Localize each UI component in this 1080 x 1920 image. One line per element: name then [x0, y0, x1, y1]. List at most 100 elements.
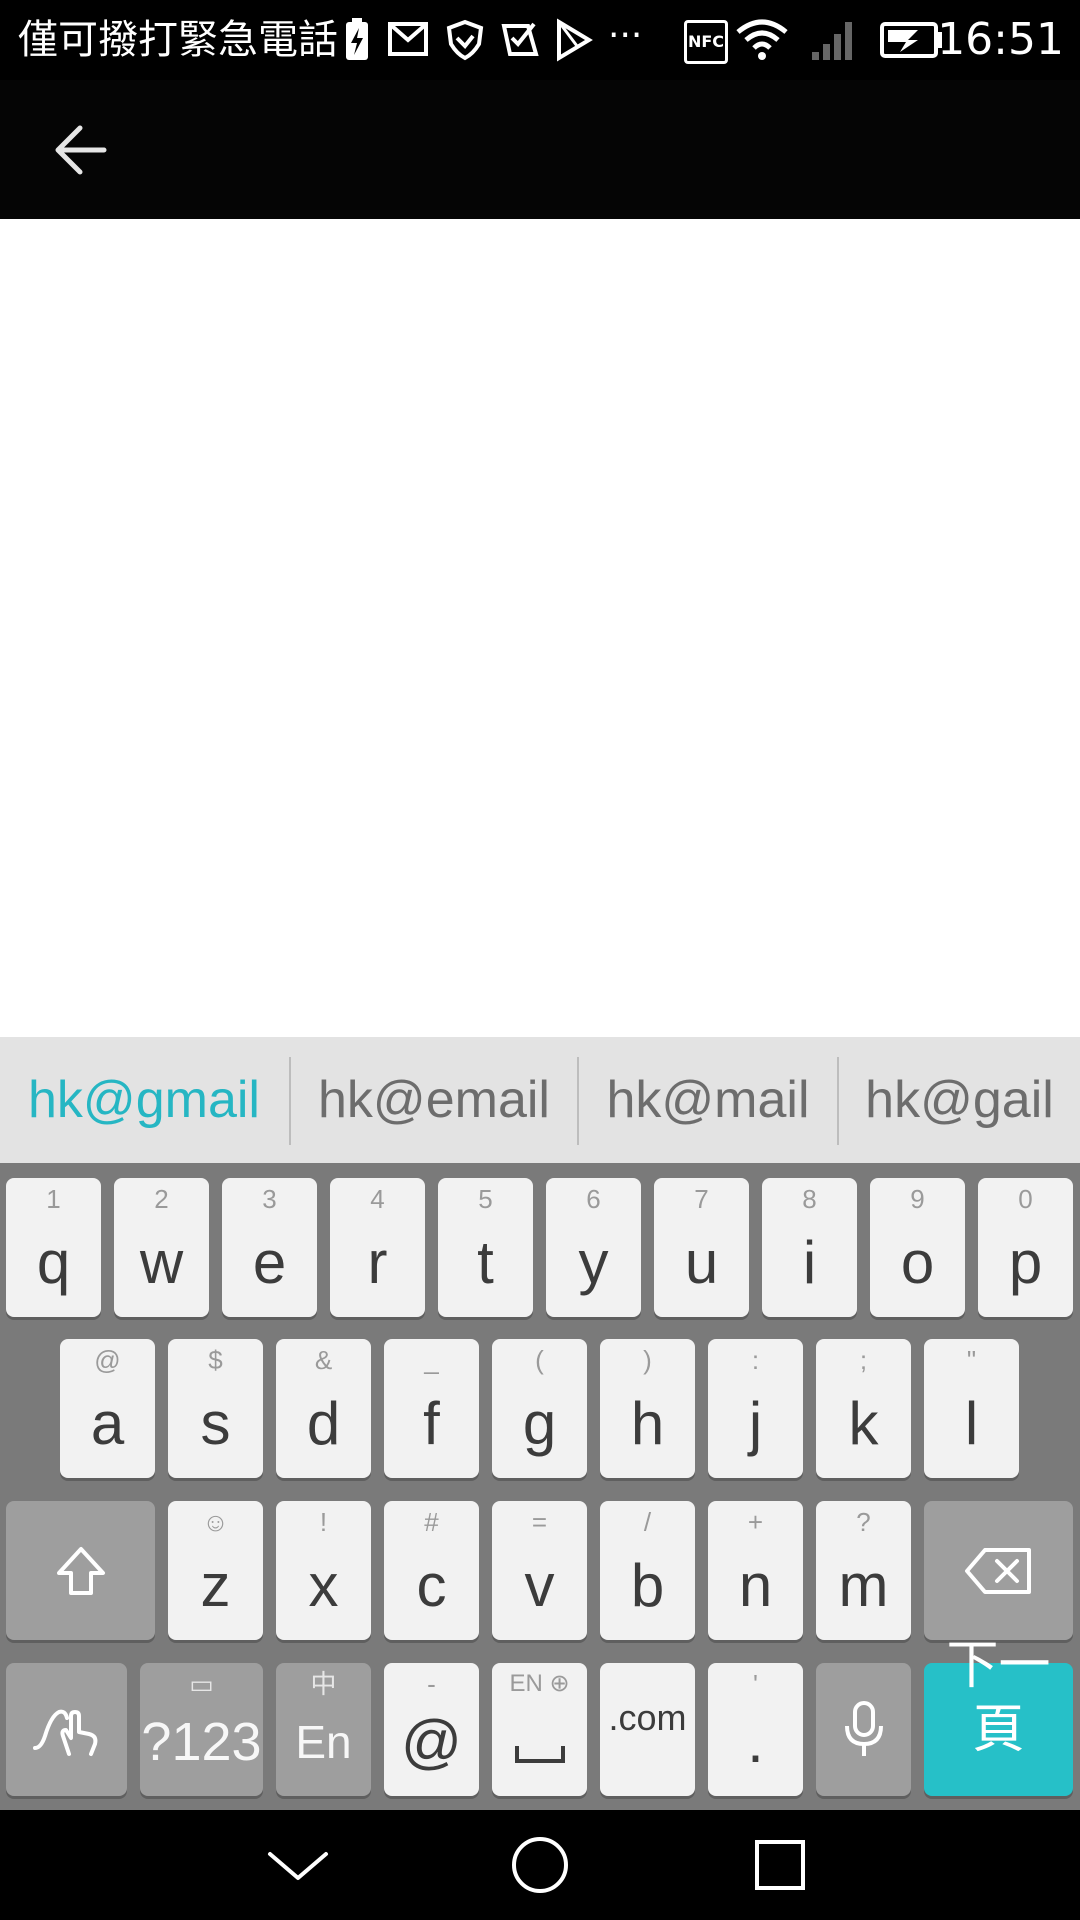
key-hint: 6	[586, 1184, 601, 1214]
more-notifications: ···	[608, 15, 643, 56]
arrow-back-icon[interactable]	[46, 110, 126, 190]
key-label: h	[630, 1390, 665, 1457]
key-label: .	[747, 1708, 764, 1775]
key-hint: '	[753, 1669, 758, 1699]
key-hint: 2	[154, 1184, 169, 1214]
key-h[interactable]: ) h	[600, 1339, 695, 1478]
nfc-icon: NFC	[684, 20, 728, 64]
key-y[interactable]: 6y	[546, 1178, 641, 1317]
key-label: a	[90, 1390, 125, 1457]
key-label: .com	[608, 1697, 687, 1738]
key-hint: 8	[802, 1184, 817, 1214]
language-key[interactable]: 中 En	[276, 1663, 371, 1796]
soft-keyboard: 1q 2w 3e 4r 5t 6y 7u 8i 9o 0p @ a $ s & d _…	[0, 1163, 1080, 1810]
key-label: 下一頁	[946, 1637, 1051, 1759]
back-chevron-icon[interactable]	[258, 1832, 338, 1898]
key-c[interactable]: # c	[384, 1501, 479, 1640]
shield-icon	[446, 19, 484, 61]
key-u[interactable]: 7u	[654, 1178, 749, 1317]
key-k[interactable]: ; k	[816, 1339, 911, 1478]
key-q[interactable]: 1q	[6, 1178, 101, 1317]
suggestion-item[interactable]: hk@email	[291, 1037, 577, 1163]
key-z[interactable]: ☺ z	[168, 1501, 263, 1640]
key-n[interactable]: + n	[708, 1501, 803, 1640]
key-hint: ▭	[189, 1669, 214, 1699]
shift-key[interactable]	[6, 1501, 155, 1640]
key-o[interactable]: 9o	[870, 1178, 965, 1317]
key-hint: ☺	[202, 1507, 229, 1537]
key-x[interactable]: ! x	[276, 1501, 371, 1640]
key-d[interactable]: & d	[276, 1339, 371, 1478]
space-key[interactable]: EN ⊕	[492, 1663, 587, 1796]
key-m[interactable]: ? m	[816, 1501, 911, 1640]
recents-square-icon[interactable]	[740, 1832, 820, 1898]
space-icon	[515, 1746, 565, 1763]
key-hint: ?	[856, 1507, 871, 1537]
suggestion-item[interactable]: hk@gmail	[0, 1037, 288, 1163]
next-page-button[interactable]: 下一頁	[924, 1637, 1073, 1796]
key-label: l	[964, 1390, 979, 1457]
key-label: v	[524, 1552, 555, 1619]
key-hint: EN ⊕	[509, 1670, 570, 1697]
swipe-gesture-icon	[32, 1709, 97, 1756]
backspace-icon	[964, 1547, 1031, 1594]
key-hint: @	[94, 1345, 121, 1375]
key-label: w	[139, 1229, 184, 1296]
key-hint: ;	[859, 1345, 868, 1375]
key-dotcom[interactable]: .com	[600, 1663, 695, 1796]
key-w[interactable]: 2w	[114, 1178, 209, 1317]
symbols-key[interactable]: ▭ ?123	[140, 1663, 263, 1796]
key-period[interactable]: '.	[708, 1663, 803, 1796]
app-bar	[0, 80, 1080, 219]
key-p[interactable]: 0p	[978, 1178, 1073, 1317]
key-label: e	[252, 1229, 287, 1296]
key-r[interactable]: 4r	[330, 1178, 425, 1317]
key-label: y	[578, 1229, 609, 1296]
microphone-icon	[844, 1700, 883, 1756]
key-s[interactable]: $ s	[168, 1339, 263, 1478]
key-hint: 7	[694, 1184, 709, 1214]
key-label: c	[416, 1552, 447, 1619]
backspace-key[interactable]	[924, 1501, 1073, 1640]
key-label: f	[423, 1390, 440, 1457]
home-circle-icon[interactable]	[500, 1832, 580, 1898]
status-bar: 僅可撥打緊急電話 ··· NFC 16:51	[0, 0, 1080, 80]
key-a[interactable]: @ a	[60, 1339, 155, 1478]
key-hint: !	[319, 1507, 328, 1537]
key-l[interactable]: " l	[924, 1339, 1019, 1478]
key-label: d	[306, 1390, 341, 1457]
key-hint: 0	[1018, 1184, 1033, 1214]
key-label: ?123	[141, 1712, 262, 1772]
key-hint: :	[751, 1345, 760, 1375]
key-hint: 5	[478, 1184, 493, 1214]
signal-icon	[812, 22, 852, 60]
key-f[interactable]: _ f	[384, 1339, 479, 1478]
swipe-input-key[interactable]	[6, 1663, 127, 1796]
key-t[interactable]: 5t	[438, 1178, 533, 1317]
carrier-status-text: 僅可撥打緊急電話	[18, 17, 338, 63]
key-label: p	[1008, 1229, 1043, 1296]
key-j[interactable]: :j	[708, 1339, 803, 1478]
key-v[interactable]: = v	[492, 1501, 587, 1640]
key-at[interactable]: - @	[384, 1663, 479, 1796]
key-b[interactable]: / b	[600, 1501, 695, 1640]
key-hint: 3	[262, 1184, 277, 1214]
key-g[interactable]: (g	[492, 1339, 587, 1478]
key-label: x	[308, 1552, 339, 1619]
key-label: @	[401, 1708, 462, 1775]
gmail-icon	[388, 22, 428, 56]
key-label: b	[630, 1552, 665, 1619]
key-i[interactable]: 8i	[762, 1178, 857, 1317]
key-e[interactable]: 3e	[222, 1178, 317, 1317]
key-label: j	[748, 1390, 763, 1457]
key-label: t	[477, 1229, 494, 1296]
key-hint: 9	[910, 1184, 925, 1214]
battery-icon	[880, 22, 942, 58]
key-hint: )	[643, 1345, 652, 1375]
key-label: q	[36, 1229, 71, 1296]
suggestion-item[interactable]: hk@mail	[579, 1037, 837, 1163]
suggestion-item[interactable]: hk@gail	[839, 1037, 1080, 1163]
navigation-bar	[0, 1810, 1080, 1920]
key-label: u	[684, 1229, 719, 1296]
voice-input-key[interactable]	[816, 1663, 911, 1796]
